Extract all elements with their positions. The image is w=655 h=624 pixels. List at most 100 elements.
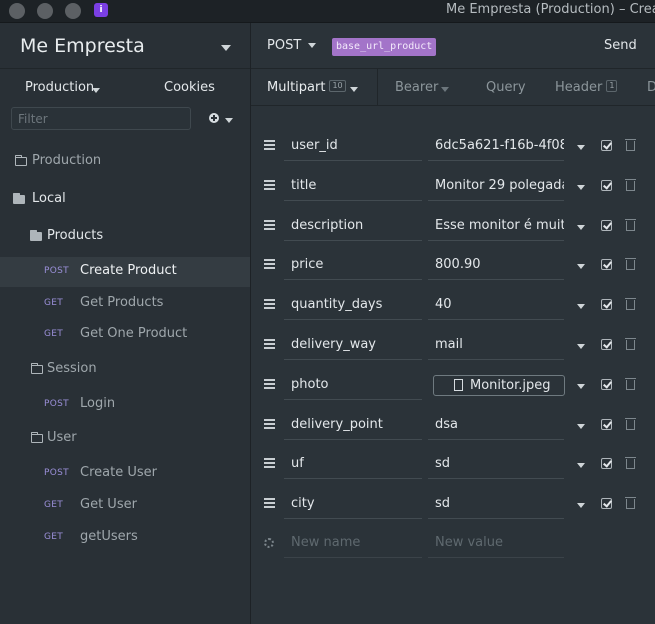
url-variable-tag[interactable]: base_url_product bbox=[332, 38, 437, 56]
new-name-field[interactable]: New name bbox=[284, 528, 422, 558]
checkbox-checked-icon[interactable] bbox=[601, 299, 612, 311]
param-name-field[interactable]: delivery_point bbox=[284, 410, 422, 440]
chevron-down-icon[interactable] bbox=[225, 118, 233, 123]
cookies-button[interactable]: Cookies bbox=[164, 80, 215, 95]
drag-handle-icon[interactable] bbox=[264, 259, 275, 270]
tab-docs[interactable]: D bbox=[647, 80, 655, 95]
drag-handle-icon[interactable] bbox=[264, 299, 275, 310]
param-name-field[interactable]: description bbox=[284, 211, 422, 241]
method-selector[interactable]: POST bbox=[267, 38, 301, 53]
trash-icon[interactable] bbox=[625, 178, 636, 191]
tree-label: User bbox=[47, 430, 77, 445]
checkbox-checked-icon[interactable] bbox=[601, 179, 612, 191]
chevron-down-icon[interactable] bbox=[350, 87, 358, 92]
drag-handle-icon[interactable] bbox=[264, 378, 275, 389]
minimize-window-icon[interactable] bbox=[37, 3, 53, 19]
tab-query[interactable]: Query bbox=[486, 80, 526, 95]
tree-request-create-product[interactable]: POST Create Product bbox=[0, 257, 250, 287]
tree-request-create-user[interactable]: POST Create User bbox=[0, 459, 250, 489]
param-value-field[interactable]: 6dc5a621-f16b-4f08-9 bbox=[428, 131, 564, 161]
param-value-field[interactable]: 40 bbox=[428, 290, 564, 321]
param-name-field[interactable]: delivery_way bbox=[284, 330, 422, 360]
chevron-down-icon[interactable] bbox=[577, 423, 585, 429]
param-name-field[interactable]: uf bbox=[284, 449, 422, 480]
checkbox-checked-icon[interactable] bbox=[601, 219, 612, 231]
trash-icon[interactable] bbox=[625, 417, 636, 430]
param-name-field[interactable]: user_id bbox=[284, 131, 422, 161]
param-value-field[interactable]: dsa bbox=[428, 410, 564, 440]
new-value-field[interactable]: New value bbox=[428, 528, 564, 558]
tree-folder-production[interactable]: Production bbox=[0, 147, 250, 177]
file-picker-button[interactable]: Monitor.jpeg bbox=[433, 374, 565, 396]
param-value-field[interactable]: sd bbox=[428, 489, 564, 520]
drag-handle-icon[interactable] bbox=[264, 418, 275, 429]
gear-icon[interactable] bbox=[264, 538, 274, 548]
param-value-field[interactable]: mail bbox=[428, 330, 564, 360]
chevron-down-icon[interactable] bbox=[577, 145, 585, 150]
drag-handle-icon[interactable] bbox=[264, 179, 275, 190]
chevron-down-icon[interactable] bbox=[577, 264, 585, 270]
workspace-header[interactable]: Me Empresta bbox=[0, 23, 250, 69]
chevron-down-icon[interactable] bbox=[221, 45, 231, 51]
param-name-field[interactable]: price bbox=[284, 250, 422, 281]
param-name-field[interactable]: quantity_days bbox=[284, 290, 422, 321]
checkbox-checked-icon[interactable] bbox=[601, 140, 612, 151]
maximize-window-icon[interactable] bbox=[65, 3, 81, 19]
param-value-field[interactable]: Esse monitor é muito bbox=[428, 211, 564, 241]
param-value-field[interactable]: 800.90 bbox=[428, 250, 564, 281]
trash-icon[interactable] bbox=[625, 258, 636, 271]
filter-input[interactable] bbox=[11, 107, 191, 130]
chevron-down-icon[interactable] bbox=[577, 503, 585, 509]
tree-label: Create Product bbox=[80, 263, 177, 278]
param-name-field[interactable]: title bbox=[284, 171, 422, 201]
chevron-down-icon[interactable] bbox=[577, 383, 585, 389]
add-circle-icon[interactable] bbox=[209, 113, 219, 123]
param-value-field[interactable]: Monitor 29 polegadas bbox=[428, 171, 564, 201]
tree-folder-user[interactable]: User bbox=[0, 424, 250, 454]
param-name-field[interactable]: photo bbox=[284, 370, 422, 400]
tab-bearer[interactable]: Bearer bbox=[395, 80, 438, 95]
param-row: city sd bbox=[251, 484, 655, 524]
chevron-down-icon[interactable] bbox=[577, 304, 585, 310]
drag-handle-icon[interactable] bbox=[264, 458, 275, 469]
chevron-down-icon[interactable] bbox=[308, 43, 316, 48]
chevron-down-icon[interactable] bbox=[577, 344, 585, 349]
checkbox-checked-icon[interactable] bbox=[601, 259, 612, 271]
tree-request-get-user[interactable]: GET Get User bbox=[0, 491, 250, 521]
checkbox-checked-icon[interactable] bbox=[601, 378, 612, 390]
param-value-field[interactable]: sd bbox=[428, 449, 564, 480]
tree-request-get-one-product[interactable]: GET Get One Product bbox=[0, 320, 250, 350]
trash-icon[interactable] bbox=[625, 139, 636, 151]
tree-request-get-products[interactable]: GET Get Products bbox=[0, 289, 250, 319]
drag-handle-icon[interactable] bbox=[264, 498, 275, 509]
checkbox-checked-icon[interactable] bbox=[601, 498, 612, 510]
trash-icon[interactable] bbox=[625, 497, 636, 510]
tab-header[interactable]: Header 1 bbox=[555, 80, 618, 95]
chevron-down-icon[interactable] bbox=[441, 87, 449, 92]
trash-icon[interactable] bbox=[625, 338, 636, 350]
chevron-down-icon[interactable] bbox=[577, 224, 585, 230]
param-name-field[interactable]: city bbox=[284, 489, 422, 520]
drag-handle-icon[interactable] bbox=[264, 140, 275, 150]
send-button[interactable]: Send bbox=[604, 38, 637, 53]
tree-request-login[interactable]: POST Login bbox=[0, 390, 250, 420]
tree-folder-session[interactable]: Session bbox=[0, 355, 250, 385]
tree-folder-products[interactable]: Products bbox=[0, 222, 250, 252]
trash-icon[interactable] bbox=[625, 457, 636, 470]
tab-multipart[interactable]: Multipart 10 bbox=[267, 80, 346, 95]
chevron-down-icon[interactable] bbox=[577, 184, 585, 190]
chevron-down-icon[interactable] bbox=[92, 88, 100, 93]
tree-folder-local[interactable]: Local bbox=[0, 185, 250, 215]
tree-request-get-users[interactable]: GET getUsers bbox=[0, 523, 250, 553]
trash-icon[interactable] bbox=[625, 377, 636, 390]
drag-handle-icon[interactable] bbox=[264, 339, 275, 349]
trash-icon[interactable] bbox=[625, 218, 636, 231]
environment-selector[interactable]: Production bbox=[25, 80, 94, 95]
checkbox-checked-icon[interactable] bbox=[601, 458, 612, 470]
close-window-icon[interactable] bbox=[9, 3, 25, 19]
drag-handle-icon[interactable] bbox=[264, 219, 275, 230]
chevron-down-icon[interactable] bbox=[577, 463, 585, 469]
checkbox-checked-icon[interactable] bbox=[601, 418, 612, 430]
trash-icon[interactable] bbox=[625, 298, 636, 311]
checkbox-checked-icon[interactable] bbox=[601, 339, 612, 350]
